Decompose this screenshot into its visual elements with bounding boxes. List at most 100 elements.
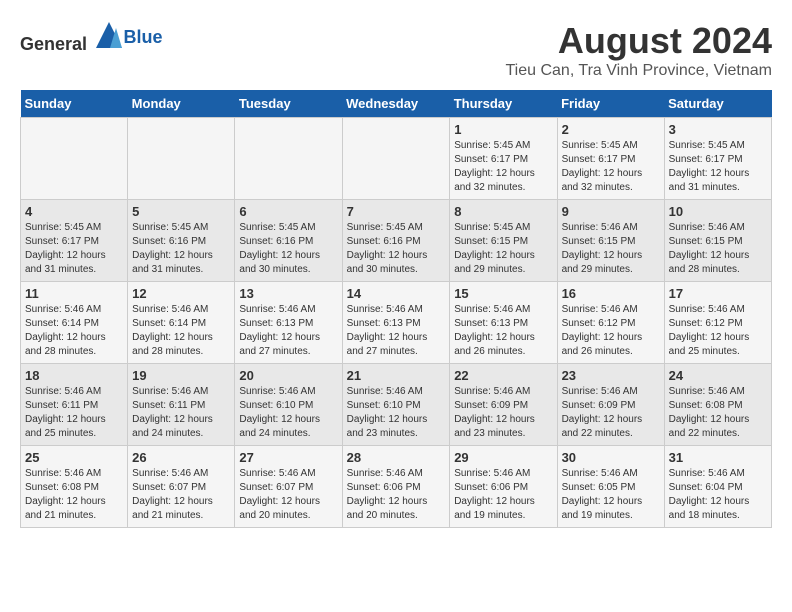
calendar-cell — [342, 118, 450, 200]
day-number: 29 — [454, 450, 552, 465]
calendar-cell: 23 Sunrise: 5:46 AM Sunset: 6:09 PM Dayli… — [557, 364, 664, 446]
day-info: Sunrise: 5:46 AM Sunset: 6:11 PM Dayligh… — [25, 385, 123, 441]
day-number: 9 — [562, 204, 660, 219]
day-number: 5 — [132, 204, 230, 219]
day-info: Sunrise: 5:46 AM Sunset: 6:10 PM Dayligh… — [347, 385, 446, 441]
day-info: Sunrise: 5:46 AM Sunset: 6:13 PM Dayligh… — [239, 303, 337, 359]
day-info: Sunrise: 5:46 AM Sunset: 6:06 PM Dayligh… — [347, 467, 446, 523]
day-info: Sunrise: 5:46 AM Sunset: 6:15 PM Dayligh… — [669, 221, 767, 277]
day-number: 17 — [669, 286, 767, 301]
day-number: 31 — [669, 450, 767, 465]
calendar-cell: 24Sunrise: 5:46 AM Sunset: 6:08 PM Dayli… — [664, 364, 771, 446]
logo-icon — [94, 20, 124, 50]
calendar-cell: 20 Sunrise: 5:46 AM Sunset: 6:10 PM Dayli… — [235, 364, 342, 446]
header-row: SundayMondayTuesdayWednesdayThursdayFrid… — [21, 90, 772, 118]
day-number: 28 — [347, 450, 446, 465]
calendar-cell: 16Sunrise: 5:46 AM Sunset: 6:12 PM Dayli… — [557, 282, 664, 364]
day-number: 7 — [347, 204, 446, 219]
calendar-header: SundayMondayTuesdayWednesdayThursdayFrid… — [21, 90, 772, 118]
calendar-cell: 9 Sunrise: 5:46 AM Sunset: 6:15 PM Daylig… — [557, 200, 664, 282]
day-number: 18 — [25, 368, 123, 383]
day-number: 20 — [239, 368, 337, 383]
day-number: 22 — [454, 368, 552, 383]
calendar-cell — [21, 118, 128, 200]
calendar-cell: 22 Sunrise: 5:46 AM Sunset: 6:09 PM Dayli… — [450, 364, 557, 446]
day-of-week-thursday: Thursday — [450, 90, 557, 118]
calendar-cell: 26 Sunrise: 5:46 AM Sunset: 6:07 PM Dayli… — [128, 446, 235, 528]
day-number: 14 — [347, 286, 446, 301]
day-number: 12 — [132, 286, 230, 301]
day-of-week-tuesday: Tuesday — [235, 90, 342, 118]
main-title: August 2024 — [505, 20, 772, 62]
calendar-week-5: 25Sunrise: 5:46 AM Sunset: 6:08 PM Dayli… — [21, 446, 772, 528]
day-number: 27 — [239, 450, 337, 465]
calendar-cell: 8Sunrise: 5:45 AM Sunset: 6:15 PM Daylig… — [450, 200, 557, 282]
calendar-cell: 17 Sunrise: 5:46 AM Sunset: 6:12 PM Dayli… — [664, 282, 771, 364]
calendar-cell: 30Sunrise: 5:46 AM Sunset: 6:05 PM Dayli… — [557, 446, 664, 528]
calendar-cell: 25Sunrise: 5:46 AM Sunset: 6:08 PM Dayli… — [21, 446, 128, 528]
calendar-cell: 3Sunrise: 5:45 AM Sunset: 6:17 PM Daylig… — [664, 118, 771, 200]
calendar-cell: 12 Sunrise: 5:46 AM Sunset: 6:14 PM Dayli… — [128, 282, 235, 364]
calendar-cell: 11 Sunrise: 5:46 AM Sunset: 6:14 PM Dayli… — [21, 282, 128, 364]
day-number: 15 — [454, 286, 552, 301]
day-info: Sunrise: 5:46 AM Sunset: 6:14 PM Dayligh… — [25, 303, 123, 359]
calendar-cell: 13 Sunrise: 5:46 AM Sunset: 6:13 PM Dayli… — [235, 282, 342, 364]
calendar-week-2: 4 Sunrise: 5:45 AM Sunset: 6:17 PM Daylig… — [21, 200, 772, 282]
calendar-cell: 31 Sunrise: 5:46 AM Sunset: 6:04 PM Dayli… — [664, 446, 771, 528]
day-of-week-friday: Friday — [557, 90, 664, 118]
logo-blue: Blue — [124, 27, 163, 48]
day-info: Sunrise: 5:45 AM Sunset: 6:16 PM Dayligh… — [239, 221, 337, 277]
day-of-week-monday: Monday — [128, 90, 235, 118]
day-number: 26 — [132, 450, 230, 465]
day-number: 21 — [347, 368, 446, 383]
day-info: Sunrise: 5:46 AM Sunset: 6:14 PM Dayligh… — [132, 303, 230, 359]
subtitle: Tieu Can, Tra Vinh Province, Vietnam — [505, 62, 772, 80]
calendar-week-4: 18 Sunrise: 5:46 AM Sunset: 6:11 PM Dayli… — [21, 364, 772, 446]
day-info: Sunrise: 5:46 AM Sunset: 6:12 PM Dayligh… — [562, 303, 660, 359]
calendar-table: SundayMondayTuesdayWednesdayThursdayFrid… — [20, 90, 772, 528]
day-info: Sunrise: 5:46 AM Sunset: 6:07 PM Dayligh… — [239, 467, 337, 523]
calendar-cell: 1Sunrise: 5:45 AM Sunset: 6:17 PM Daylig… — [450, 118, 557, 200]
day-info: Sunrise: 5:46 AM Sunset: 6:11 PM Dayligh… — [132, 385, 230, 441]
day-info: Sunrise: 5:46 AM Sunset: 6:05 PM Dayligh… — [562, 467, 660, 523]
logo-general: General — [20, 34, 87, 54]
day-info: Sunrise: 5:46 AM Sunset: 6:08 PM Dayligh… — [669, 385, 767, 441]
calendar-cell: 5Sunrise: 5:45 AM Sunset: 6:16 PM Daylig… — [128, 200, 235, 282]
calendar-cell: 10Sunrise: 5:46 AM Sunset: 6:15 PM Dayli… — [664, 200, 771, 282]
calendar-cell: 18 Sunrise: 5:46 AM Sunset: 6:11 PM Dayli… — [21, 364, 128, 446]
day-number: 3 — [669, 122, 767, 137]
day-number: 23 — [562, 368, 660, 383]
day-info: Sunrise: 5:46 AM Sunset: 6:04 PM Dayligh… — [669, 467, 767, 523]
calendar-cell: 4 Sunrise: 5:45 AM Sunset: 6:17 PM Daylig… — [21, 200, 128, 282]
logo: General Blue — [20, 20, 163, 55]
day-info: Sunrise: 5:46 AM Sunset: 6:07 PM Dayligh… — [132, 467, 230, 523]
day-number: 19 — [132, 368, 230, 383]
day-number: 6 — [239, 204, 337, 219]
day-info: Sunrise: 5:46 AM Sunset: 6:09 PM Dayligh… — [562, 385, 660, 441]
calendar-cell — [128, 118, 235, 200]
day-number: 8 — [454, 204, 552, 219]
calendar-cell: 6 Sunrise: 5:45 AM Sunset: 6:16 PM Daylig… — [235, 200, 342, 282]
day-of-week-saturday: Saturday — [664, 90, 771, 118]
calendar-cell: 21 Sunrise: 5:46 AM Sunset: 6:10 PM Dayli… — [342, 364, 450, 446]
calendar-cell: 19 Sunrise: 5:46 AM Sunset: 6:11 PM Dayli… — [128, 364, 235, 446]
calendar-cell: 29 Sunrise: 5:46 AM Sunset: 6:06 PM Dayli… — [450, 446, 557, 528]
day-number: 1 — [454, 122, 552, 137]
day-number: 2 — [562, 122, 660, 137]
day-info: Sunrise: 5:46 AM Sunset: 6:13 PM Dayligh… — [454, 303, 552, 359]
day-info: Sunrise: 5:46 AM Sunset: 6:12 PM Dayligh… — [669, 303, 767, 359]
day-info: Sunrise: 5:46 AM Sunset: 6:10 PM Dayligh… — [239, 385, 337, 441]
header: General Blue August 2024 Tieu Can, Tra V… — [20, 20, 772, 80]
calendar-cell: 7 Sunrise: 5:45 AM Sunset: 6:16 PM Daylig… — [342, 200, 450, 282]
day-info: Sunrise: 5:46 AM Sunset: 6:06 PM Dayligh… — [454, 467, 552, 523]
calendar-cell: 2 Sunrise: 5:45 AM Sunset: 6:17 PM Daylig… — [557, 118, 664, 200]
day-info: Sunrise: 5:46 AM Sunset: 6:09 PM Dayligh… — [454, 385, 552, 441]
day-info: Sunrise: 5:45 AM Sunset: 6:16 PM Dayligh… — [347, 221, 446, 277]
title-area: August 2024 Tieu Can, Tra Vinh Province,… — [505, 20, 772, 80]
day-info: Sunrise: 5:45 AM Sunset: 6:17 PM Dayligh… — [25, 221, 123, 277]
day-number: 4 — [25, 204, 123, 219]
day-info: Sunrise: 5:46 AM Sunset: 6:15 PM Dayligh… — [562, 221, 660, 277]
day-number: 11 — [25, 286, 123, 301]
day-info: Sunrise: 5:45 AM Sunset: 6:17 PM Dayligh… — [562, 139, 660, 195]
day-number: 13 — [239, 286, 337, 301]
